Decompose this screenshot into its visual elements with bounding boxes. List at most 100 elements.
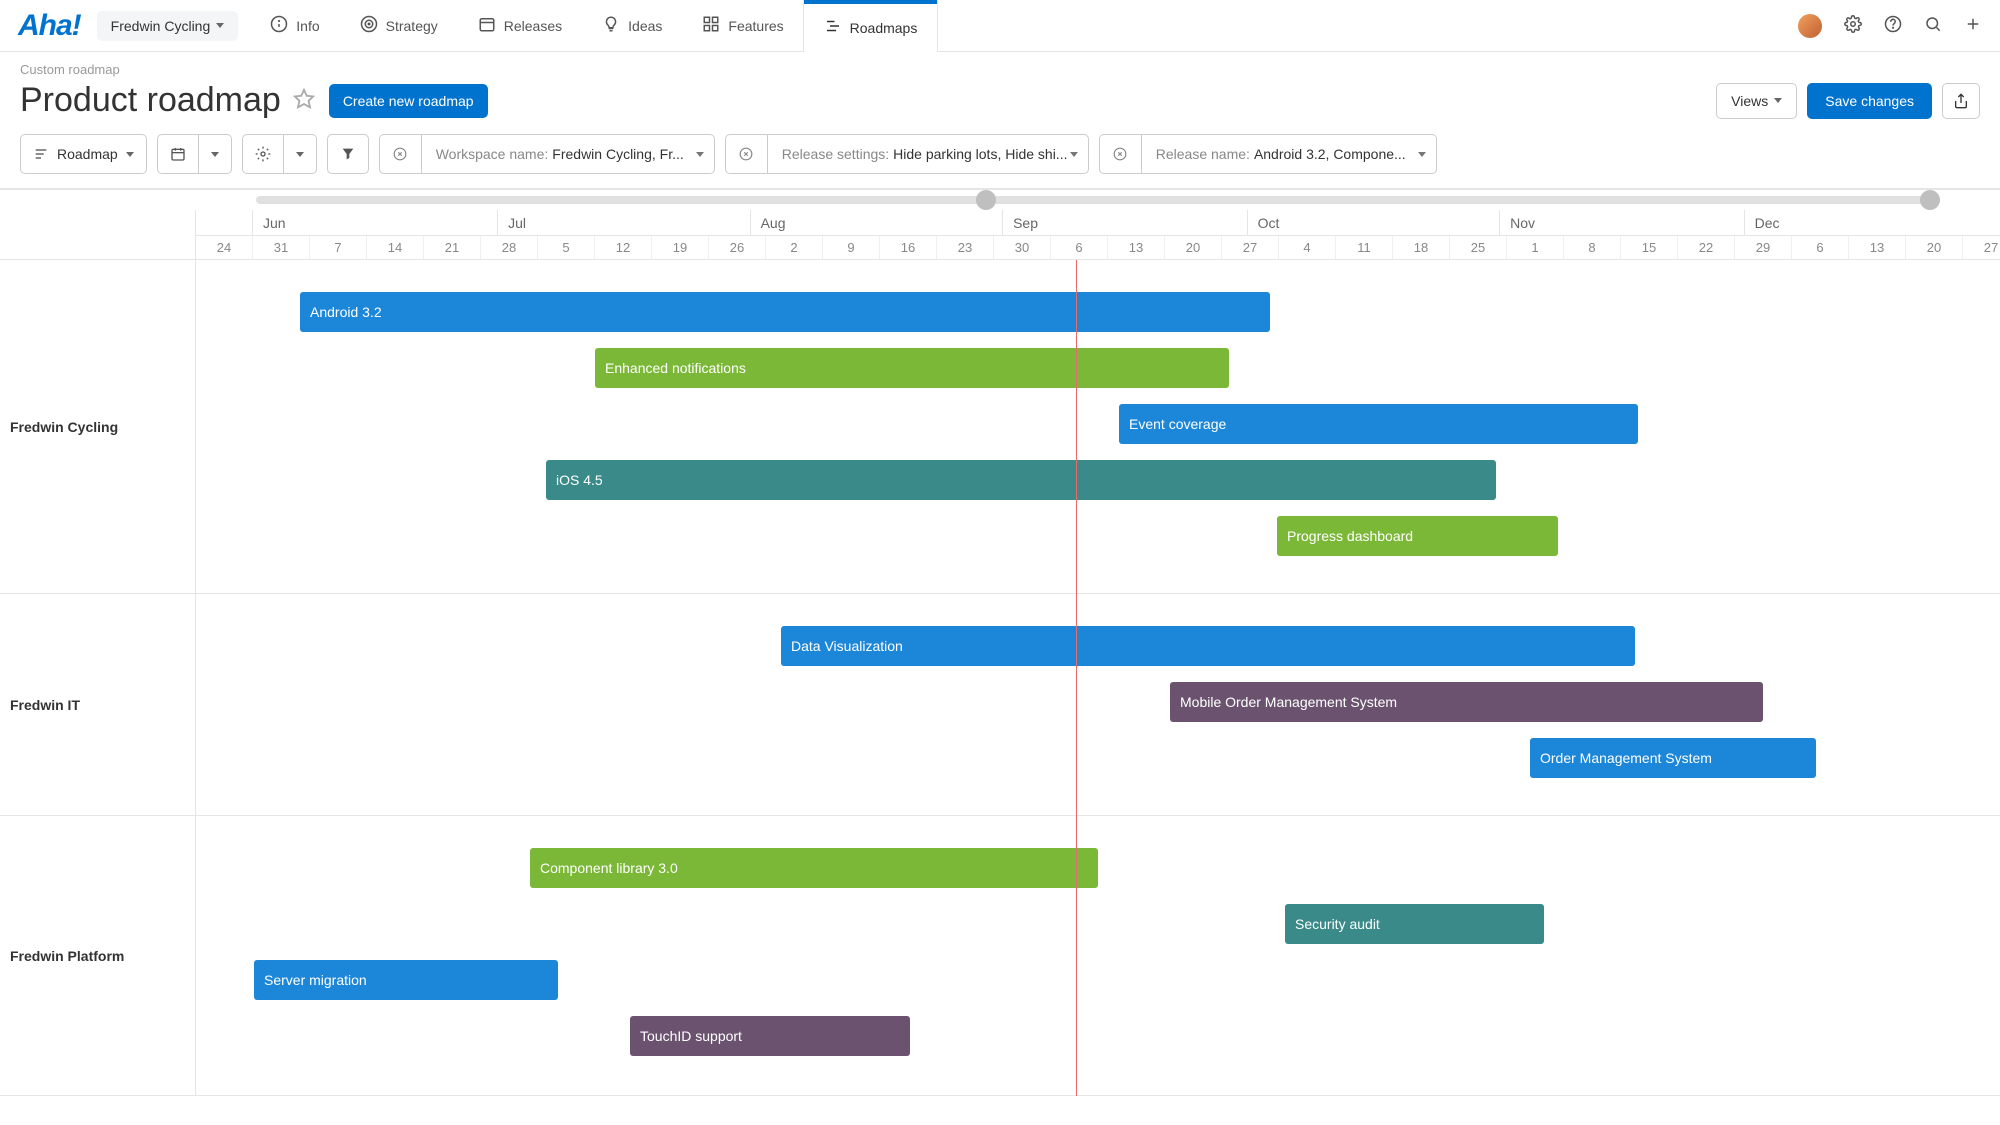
week-tick: 26 — [709, 236, 766, 259]
settings-tool[interactable] — [242, 134, 317, 174]
week-tick: 20 — [1906, 236, 1963, 259]
timeline-bar[interactable]: Mobile Order Management System — [1170, 682, 1763, 722]
caret-down-icon — [126, 152, 134, 157]
week-tick: 14 — [367, 236, 424, 259]
roadmap-icon — [824, 17, 842, 38]
favorite-star-icon[interactable] — [293, 88, 315, 113]
week-tick: 1 — [1507, 236, 1564, 259]
week-tick: 5 — [538, 236, 595, 259]
timeline-bar[interactable]: iOS 4.5 — [546, 460, 1496, 500]
page-title: Product roadmap — [20, 81, 281, 120]
date-range-tool[interactable] — [157, 134, 232, 174]
nav-strategy[interactable]: Strategy — [340, 0, 458, 51]
week-tick: 6 — [1051, 236, 1108, 259]
user-avatar[interactable] — [1798, 14, 1822, 38]
group-label: Fredwin Platform — [0, 816, 195, 1096]
gear-icon[interactable] — [243, 135, 283, 173]
week-tick: 4 — [1279, 236, 1336, 259]
target-icon — [360, 15, 378, 36]
timeline-bar[interactable]: Component library 3.0 — [530, 848, 1098, 888]
page-header: Custom roadmap Product roadmap Create ne… — [0, 52, 2000, 134]
today-marker — [1076, 260, 1077, 1096]
nav-releases[interactable]: Releases — [458, 0, 582, 51]
week-tick: 2 — [766, 236, 823, 259]
save-changes-button[interactable]: Save changes — [1807, 83, 1932, 119]
clear-filter-icon[interactable] — [726, 135, 768, 173]
week-tick: 11 — [1336, 236, 1393, 259]
group-label: Fredwin Cycling — [0, 260, 195, 594]
week-tick: 29 — [1735, 236, 1792, 259]
group-label: Fredwin IT — [0, 594, 195, 816]
month-sep: Sep — [1003, 210, 1248, 235]
filter-body[interactable]: Release settings: Hide parking lots, Hid… — [768, 135, 1088, 173]
filter-icon — [328, 135, 368, 173]
week-tick: 16 — [880, 236, 937, 259]
timeline-bar[interactable]: Server migration — [254, 960, 558, 1000]
roadmap-type-dropdown[interactable]: Roadmap — [20, 134, 147, 174]
add-icon[interactable] — [1964, 15, 1982, 36]
timeline: Fredwin CyclingFredwin ITFredwin Platfor… — [0, 188, 2000, 1096]
week-tick: 9 — [823, 236, 880, 259]
nav-info[interactable]: Info — [250, 0, 339, 51]
settings-caret[interactable] — [283, 135, 316, 173]
week-tick: 30 — [994, 236, 1051, 259]
week-tick: 12 — [595, 236, 652, 259]
week-tick: 13 — [1849, 236, 1906, 259]
filter-pill-0: Workspace name: Fredwin Cycling, Fr... — [379, 134, 715, 174]
info-icon — [270, 15, 288, 36]
timeline-bar[interactable]: Event coverage — [1119, 404, 1638, 444]
group-lane: Data Visualization Mobile Order Managemen… — [196, 594, 2000, 816]
week-tick: 6 — [1792, 236, 1849, 259]
timeline-bar[interactable]: Security audit — [1285, 904, 1544, 944]
week-tick: 21 — [424, 236, 481, 259]
aha-logo[interactable]: Aha! — [18, 9, 81, 43]
week-tick: 28 — [481, 236, 538, 259]
timeline-bar[interactable]: Order Management System — [1530, 738, 1816, 778]
nav-roadmaps[interactable]: Roadmaps — [804, 0, 938, 51]
caret-down-icon — [296, 152, 304, 157]
search-icon[interactable] — [1924, 15, 1942, 36]
timeline-scrollbar[interactable] — [196, 190, 2000, 210]
week-tick: 27 — [1222, 236, 1279, 259]
filter-tool[interactable] — [327, 134, 369, 174]
clear-filter-icon[interactable] — [380, 135, 422, 173]
workspace-picker[interactable]: Fredwin Cycling — [97, 11, 239, 41]
week-tick: 22 — [1678, 236, 1735, 259]
calendar-icon[interactable] — [158, 135, 198, 173]
caret-down-icon — [216, 23, 224, 28]
grid-icon — [702, 15, 720, 36]
week-tick: 8 — [1564, 236, 1621, 259]
nav-features[interactable]: Features — [682, 0, 803, 51]
create-roadmap-button[interactable]: Create new roadmap — [329, 84, 488, 118]
month-aug: Aug — [751, 210, 1004, 235]
bulb-icon — [602, 15, 620, 36]
settings-icon[interactable] — [1844, 15, 1862, 36]
week-tick: 19 — [652, 236, 709, 259]
timeline-bar[interactable]: Data Visualization — [781, 626, 1635, 666]
filter-pill-1: Release settings: Hide parking lots, Hid… — [725, 134, 1089, 174]
workspace-name: Fredwin Cycling — [111, 18, 211, 34]
week-tick: 20 — [1165, 236, 1222, 259]
date-caret[interactable] — [198, 135, 231, 173]
week-tick: 27 — [1963, 236, 2000, 259]
share-button[interactable] — [1942, 83, 1980, 119]
group-lane: Android 3.2 Enhanced notifications Event c… — [196, 260, 2000, 594]
timeline-bar[interactable]: TouchID support — [630, 1016, 910, 1056]
week-tick: 23 — [937, 236, 994, 259]
nav-ideas[interactable]: Ideas — [582, 0, 682, 51]
calendar-icon — [478, 15, 496, 36]
caret-down-icon — [1774, 98, 1782, 103]
month-jun: Jun — [253, 210, 498, 235]
timeline-bar[interactable]: Progress dashboard — [1277, 516, 1558, 556]
views-button[interactable]: Views — [1716, 83, 1797, 119]
month-jul: Jul — [498, 210, 751, 235]
clear-filter-icon[interactable] — [1100, 135, 1142, 173]
toolbar: Roadmap Workspace name: Fredwin Cycling,… — [0, 134, 2000, 188]
filter-body[interactable]: Release name: Android 3.2, Compone... — [1142, 135, 1436, 173]
month-nov: Nov — [1500, 210, 1745, 235]
timeline-bar[interactable]: Android 3.2 — [300, 292, 1270, 332]
filter-body[interactable]: Workspace name: Fredwin Cycling, Fr... — [422, 135, 714, 173]
group-lane: Component library 3.0 Security audit Serve… — [196, 816, 2000, 1096]
timeline-bar[interactable]: Enhanced notifications — [595, 348, 1229, 388]
help-icon[interactable] — [1884, 15, 1902, 36]
